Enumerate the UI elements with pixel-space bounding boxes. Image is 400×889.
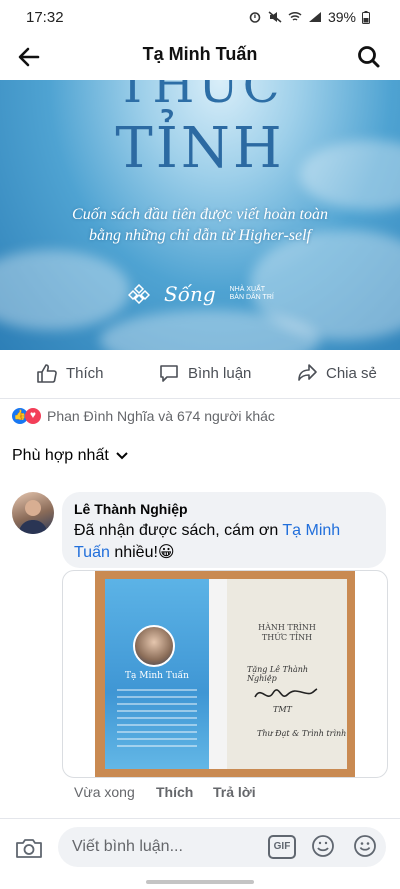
avatar[interactable] [12, 492, 54, 534]
home-indicator[interactable] [146, 880, 254, 884]
banner-subtitle-line1: Cuốn sách đầu tiên được viết hoàn toàn [72, 206, 328, 223]
comment-meta: Vừa xong Thích Trả lời [74, 784, 256, 800]
banner-subtitle-line2: bằng những chỉ dẫn từ Higher-self [89, 227, 311, 244]
book-page-spread [209, 579, 227, 769]
comment-like-button[interactable]: Thích [156, 784, 213, 800]
inscription-to: Tặng Lê Thành Nghiệp [247, 665, 309, 683]
status-time: 17:32 [26, 9, 64, 26]
comment-text-after: nhiều!😀 [109, 544, 175, 561]
status-icons: 39% [248, 9, 370, 25]
book-author-name: Tạ Minh Tuấn [125, 671, 189, 681]
book-blurb-lines [117, 689, 197, 752]
gif-button[interactable]: GIF [268, 835, 296, 859]
reaction-icons: 👍 ♥ [12, 408, 41, 424]
book-title-line1: HÀNH TRÌNH [258, 623, 316, 632]
thumbs-up-icon [37, 364, 57, 383]
publisher-logo-icon [128, 284, 150, 304]
banner-title-line1: THỨC [116, 80, 284, 114]
share-button[interactable]: Chia sẻ [296, 362, 377, 384]
inscription-sign: TMT [273, 705, 292, 714]
comment-reply-button[interactable]: Trả lời [213, 784, 256, 800]
page-title: Tạ Minh Tuấn [142, 44, 258, 64]
share-label: Chia sẻ [326, 364, 377, 382]
comment-label: Bình luận [188, 364, 252, 382]
book-cover: Tạ Minh Tuấn [105, 579, 209, 769]
heart-reaction-icon: ♥ [25, 408, 41, 424]
signal-icon [308, 12, 321, 22]
cloud-shape [0, 250, 130, 330]
banner-title-line2: TỈNH [115, 116, 285, 181]
comment-photo: Tạ Minh Tuấn HÀNH TRÌNH THỨC TỈNH Tặng L… [95, 571, 355, 777]
camera-icon[interactable] [14, 833, 44, 863]
comment-photo-attachment[interactable]: Tạ Minh Tuấn HÀNH TRÌNH THỨC TỈNH Tặng L… [62, 570, 388, 778]
status-bar: 17:32 39% [0, 0, 400, 34]
post-actions: Thích Bình luận Chia sẻ [0, 350, 400, 399]
logo-song: Sống [164, 282, 216, 306]
inscription-note: Thư Đạt & Trình trình [257, 729, 347, 738]
comment-input-placeholder: Viết bình luận... [72, 838, 183, 855]
chevron-down-icon [116, 452, 128, 460]
comment-composer: Viết bình luận... GIF [0, 818, 400, 877]
comment-sort-dropdown[interactable]: Phù hợp nhất [12, 447, 129, 465]
book-title-page: HÀNH TRÌNH THỨC TỈNH Tặng Lê Thành Nghiệ… [227, 579, 347, 769]
publisher-logos: Sống NHÀ XUẤT BẢN DÂN TRÍ [128, 282, 280, 306]
comment-bubble-icon [160, 365, 178, 382]
sticker-icon[interactable] [310, 833, 336, 859]
search-icon[interactable] [354, 42, 384, 72]
book-author-portrait [133, 625, 175, 667]
mute-icon [268, 11, 282, 23]
comment-text-before: Đã nhận được sách, cám ơn [74, 522, 283, 539]
logo-nxb: NHÀ XUẤT BẢN DÂN TRÍ [229, 286, 274, 301]
post-image-banner[interactable]: THỨC TỈNH Cuốn sách đầu tiên được viết h… [0, 80, 400, 350]
like-label: Thích [66, 364, 104, 382]
banner-subtitle: Cuốn sách đầu tiên được viết hoàn toàn b… [0, 204, 400, 246]
sort-label: Phù hợp nhất [12, 447, 109, 464]
avatar-portrait [18, 500, 48, 534]
like-button[interactable]: Thích [36, 362, 104, 384]
comment-text: Đã nhận được sách, cám ơn Tạ Minh Tuấn n… [74, 520, 380, 564]
comment-time: Vừa xong [74, 784, 135, 800]
app-header: Tạ Minh Tuấn [0, 34, 400, 80]
battery-percent: 39% [327, 9, 356, 25]
reactions-text: Phan Đình Nghĩa và 674 người khác [47, 408, 275, 424]
emoji-icon[interactable] [352, 833, 378, 859]
comment-author[interactable]: Lê Thành Nghiệp [74, 501, 188, 517]
share-arrow-icon [298, 364, 317, 381]
comment-button[interactable]: Bình luận [158, 362, 251, 384]
comment-bubble: Lê Thành Nghiệp Đã nhận được sách, cám ơ… [62, 492, 386, 568]
book-title-line2: THỨC TỈNH [261, 633, 313, 642]
comment-input[interactable]: Viết bình luận... GIF [58, 827, 386, 867]
wifi-icon [288, 11, 302, 21]
handwritten-signature [254, 688, 318, 698]
reactions-summary[interactable]: 👍 ♥ Phan Đình Nghĩa và 674 người khác [12, 408, 275, 424]
alarm-icon [249, 12, 261, 23]
battery-icon [362, 10, 370, 24]
book-title: HÀNH TRÌNH THỨC TỈNH [227, 623, 347, 643]
